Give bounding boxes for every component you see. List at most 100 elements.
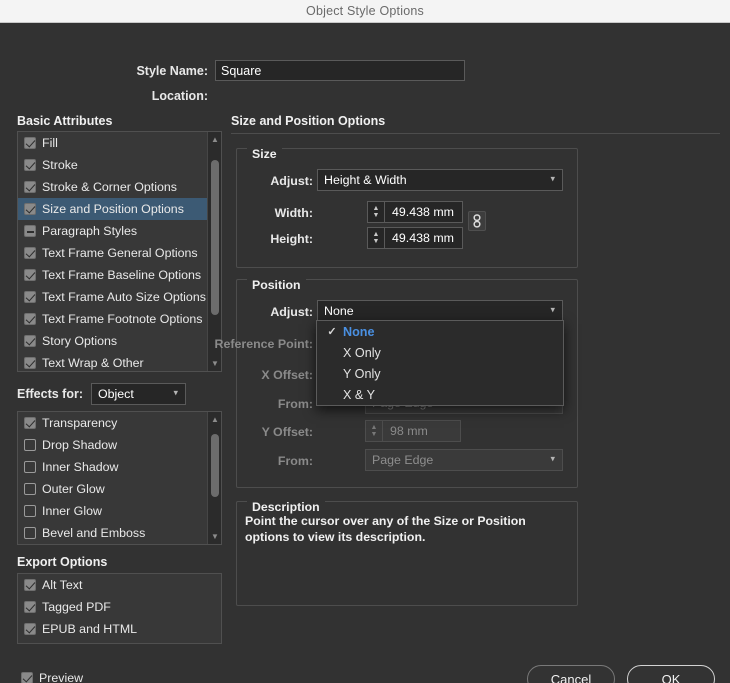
effect-checkbox[interactable] (24, 417, 36, 429)
basic-attribute-row[interactable]: Text Frame Auto Size Options (18, 286, 221, 308)
style-name-row: Style Name: (0, 60, 470, 81)
scroll-down-arrow-icon[interactable]: ▼ (208, 530, 221, 543)
basic-attribute-checkbox[interactable] (24, 357, 36, 369)
position-adjust-dropdown-menu[interactable]: ✓ None X Only Y Only X & Y (316, 320, 564, 406)
basic-attribute-label: Text Frame Footnote Options (42, 312, 203, 326)
effect-row[interactable]: Bevel and Emboss (18, 522, 221, 544)
height-value[interactable]: 49.438 mm (385, 228, 462, 248)
basic-attributes-scrollbar[interactable]: ▲ ▼ (207, 132, 221, 371)
y-offset-stepper[interactable]: ▲ ▼ (366, 421, 383, 441)
effect-row[interactable]: Transparency (18, 412, 221, 434)
scrollbar-thumb[interactable] (211, 434, 219, 497)
size-adjust-select[interactable]: Height & Width ▾ (317, 169, 563, 191)
effect-label: Outer Glow (42, 482, 105, 496)
dropdown-item[interactable]: X Only (317, 342, 563, 363)
basic-attribute-checkbox[interactable] (24, 247, 36, 259)
basic-attribute-row[interactable]: Text Frame General Options (18, 242, 221, 264)
preview-checkbox[interactable] (21, 672, 33, 683)
basic-attribute-checkbox[interactable] (24, 137, 36, 149)
effect-checkbox[interactable] (24, 505, 36, 517)
effect-label: Inner Glow (42, 504, 102, 518)
basic-attribute-label: Fill (42, 136, 58, 150)
scroll-up-arrow-icon[interactable]: ▲ (208, 133, 221, 146)
y-offset-field[interactable]: ▲ ▼ 98 mm (365, 420, 461, 442)
basic-attribute-checkbox[interactable] (24, 203, 36, 215)
effects-scrollbar[interactable]: ▲ ▼ (207, 412, 221, 544)
export-options-list[interactable]: Alt Text Tagged PDF EPUB and HTML (17, 573, 222, 644)
dropdown-item-label: X Only (343, 345, 381, 360)
effect-checkbox[interactable] (24, 461, 36, 473)
basic-attribute-checkbox[interactable] (24, 335, 36, 347)
effect-checkbox[interactable] (24, 483, 36, 495)
y-from-select[interactable]: Page Edge ▾ (365, 449, 563, 471)
height-label: Height: (270, 232, 313, 246)
dropdown-item-label: Y Only (343, 366, 381, 381)
dropdown-item[interactable]: X & Y (317, 384, 563, 405)
width-value[interactable]: 49.438 mm (385, 202, 462, 222)
basic-attribute-checkbox[interactable] (24, 159, 36, 171)
basic-attribute-row[interactable]: Fill (18, 132, 221, 154)
height-stepper[interactable]: ▲ ▼ (368, 228, 385, 248)
panel-title-divider (231, 133, 720, 134)
chevron-down-icon: ▾ (550, 173, 555, 184)
basic-attribute-checkbox[interactable] (24, 225, 36, 237)
width-field[interactable]: ▲ ▼ 49.438 mm (367, 201, 463, 223)
effect-checkbox[interactable] (24, 527, 36, 539)
scrollbar-thumb[interactable] (211, 160, 219, 315)
export-option-label: Alt Text (42, 578, 83, 592)
y-offset-label: Y Offset: (261, 425, 313, 439)
reference-point-label: Reference Point: (214, 337, 313, 351)
height-field[interactable]: ▲ ▼ 49.438 mm (367, 227, 463, 249)
effect-row[interactable]: Inner Glow (18, 500, 221, 522)
basic-attribute-row[interactable]: Story Options (18, 330, 221, 352)
effect-checkbox[interactable] (24, 439, 36, 451)
description-group-legend: Description (247, 500, 325, 514)
effect-label: Transparency (42, 416, 118, 430)
export-option-checkbox[interactable] (24, 623, 36, 635)
effect-label: Bevel and Emboss (42, 526, 146, 540)
basic-attribute-row[interactable]: Text Frame Footnote Options (18, 308, 221, 330)
position-adjust-value: None (324, 304, 354, 318)
basic-attribute-label: Text Frame General Options (42, 246, 198, 260)
effects-for-value: Object (97, 387, 134, 401)
export-option-row[interactable]: Tagged PDF (18, 596, 221, 618)
export-option-checkbox[interactable] (24, 601, 36, 613)
basic-attribute-checkbox[interactable] (24, 181, 36, 193)
effect-row[interactable]: Inner Shadow (18, 456, 221, 478)
basic-attribute-row[interactable]: Text Wrap & Other (18, 352, 221, 371)
y-from-label: From: (277, 454, 313, 468)
position-group-legend: Position (247, 278, 306, 292)
width-stepper[interactable]: ▲ ▼ (368, 202, 385, 222)
basic-attribute-row[interactable]: Stroke & Corner Options (18, 176, 221, 198)
basic-attributes-list[interactable]: Fill Stroke Stroke & Corner Options Size an… (17, 131, 222, 372)
preview-checkbox-row[interactable]: Preview (17, 667, 83, 683)
export-option-label: Tagged PDF (42, 600, 111, 614)
basic-attribute-row[interactable]: Stroke (18, 154, 221, 176)
basic-attribute-checkbox[interactable] (24, 313, 36, 325)
effects-for-select[interactable]: Object ▾ (90, 383, 186, 405)
chain-link-icon[interactable] (468, 211, 486, 231)
position-adjust-select[interactable]: None ▾ (317, 300, 563, 322)
basic-attributes-heading: Basic Attributes (17, 114, 113, 128)
ok-button[interactable]: OK (627, 665, 715, 683)
export-option-checkbox[interactable] (24, 579, 36, 591)
effects-list[interactable]: Transparency Drop Shadow Inner Shadow Outer… (17, 411, 222, 545)
basic-attribute-checkbox[interactable] (24, 291, 36, 303)
scroll-up-arrow-icon[interactable]: ▲ (208, 413, 221, 426)
effect-row[interactable]: Drop Shadow (18, 434, 221, 456)
dropdown-item[interactable]: Y Only (317, 363, 563, 384)
scroll-down-arrow-icon[interactable]: ▼ (208, 357, 221, 370)
export-option-row[interactable]: EPUB and HTML (18, 618, 221, 640)
effect-row[interactable]: Outer Glow (18, 478, 221, 500)
dropdown-item[interactable]: ✓ None (317, 321, 563, 342)
style-name-input[interactable] (215, 60, 465, 81)
basic-attribute-checkbox[interactable] (24, 269, 36, 281)
basic-attribute-row[interactable]: Text Frame Baseline Options (18, 264, 221, 286)
size-adjust-value: Height & Width (324, 173, 407, 187)
y-offset-value[interactable]: 98 mm (383, 421, 460, 441)
cancel-button[interactable]: Cancel (527, 665, 615, 683)
basic-attribute-row[interactable]: Paragraph Styles (18, 220, 221, 242)
basic-attribute-row[interactable]: Size and Position Options (18, 198, 221, 220)
basic-attribute-label: Stroke & Corner Options (42, 180, 177, 194)
export-option-row[interactable]: Alt Text (18, 574, 221, 596)
